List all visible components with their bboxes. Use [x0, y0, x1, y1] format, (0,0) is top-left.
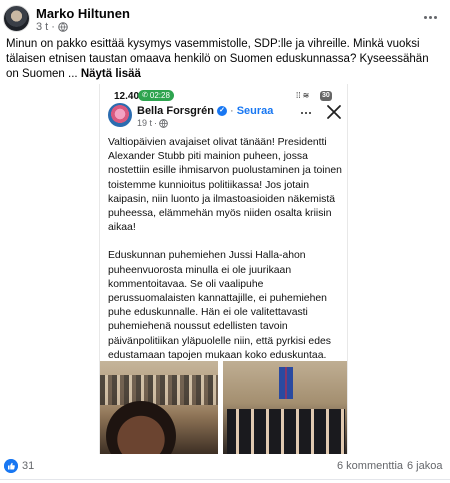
- share-count[interactable]: 6 jakoa: [407, 460, 442, 472]
- call-duration: 02:28: [149, 91, 170, 100]
- photo-crowd-area: [100, 375, 218, 405]
- photo-group[interactable]: [223, 361, 347, 454]
- name-separator: ·: [230, 105, 234, 117]
- inner-more-options-icon[interactable]: [299, 106, 313, 120]
- inner-paragraph: Eduskunnan puhemiehen Jussi Halla-ahon p…: [108, 250, 331, 375]
- post-body: Minun on pakko esittää kysymys vasemmist…: [6, 38, 429, 80]
- reaction-count[interactable]: 31: [22, 460, 34, 472]
- battery-level: 30: [320, 91, 332, 101]
- inner-post-header: Bella Forsgrén ✓ · Seuraa 19 t ·: [100, 102, 347, 132]
- inner-post-time: 19 t: [137, 118, 153, 128]
- action-bar-divider: [0, 479, 450, 483]
- inner-post-text: Valtiopäivien avajaiset olivat tänään! P…: [108, 136, 344, 391]
- post-time[interactable]: 3 t: [36, 21, 48, 33]
- post-author-name[interactable]: Marko Hiltunen: [36, 6, 130, 21]
- post-meta: 3 t ·: [36, 21, 68, 33]
- post-text: Minun on pakko esittää kysymys vasemmist…: [6, 37, 438, 82]
- signal-icon: ⁞⁞ ≋: [296, 91, 310, 100]
- photo-face-area: [106, 401, 176, 454]
- embedded-screenshot[interactable]: 12.40 ✆ 02:28 ⁞⁞ ≋ 30 Bella Forsgrén ✓ ·…: [99, 84, 348, 454]
- verified-badge-icon: ✓: [217, 106, 228, 116]
- more-options-icon[interactable]: [419, 8, 441, 26]
- inner-author-line: Bella Forsgrén ✓ · Seuraa: [137, 105, 273, 117]
- globe-icon: [58, 22, 68, 32]
- comment-count[interactable]: 6 kommenttia: [337, 460, 403, 472]
- photo-flag-area: [279, 367, 293, 399]
- inner-post-meta: 19 t ·: [137, 118, 168, 128]
- close-icon[interactable]: [326, 104, 342, 120]
- photo-people-area: [227, 409, 345, 454]
- inner-author-name[interactable]: Bella Forsgrén: [137, 105, 214, 117]
- inner-author-avatar[interactable]: [108, 103, 132, 127]
- see-more-link[interactable]: Näytä lisää: [81, 68, 141, 80]
- call-indicator: ✆ 02:28: [138, 90, 174, 101]
- inner-paragraph: Valtiopäivien avajaiset olivat tänään! P…: [108, 137, 342, 234]
- post-footer: 31 6 kommenttia 6 jakoa: [0, 455, 450, 483]
- globe-icon: [159, 118, 168, 128]
- meta-separator: ·: [51, 21, 55, 33]
- phone-icon: ✆: [142, 92, 148, 99]
- inner-meta-separator: ·: [154, 118, 158, 128]
- like-icon[interactable]: [4, 459, 18, 473]
- follow-button[interactable]: Seuraa: [237, 105, 274, 117]
- status-clock: 12.40: [114, 91, 140, 102]
- photo-selfie[interactable]: [100, 361, 218, 454]
- post-header: Marko Hiltunen 3 t ·: [0, 0, 450, 34]
- author-avatar[interactable]: [3, 5, 30, 32]
- phone-status-bar: 12.40 ✆ 02:28 ⁞⁞ ≋ 30: [100, 84, 347, 104]
